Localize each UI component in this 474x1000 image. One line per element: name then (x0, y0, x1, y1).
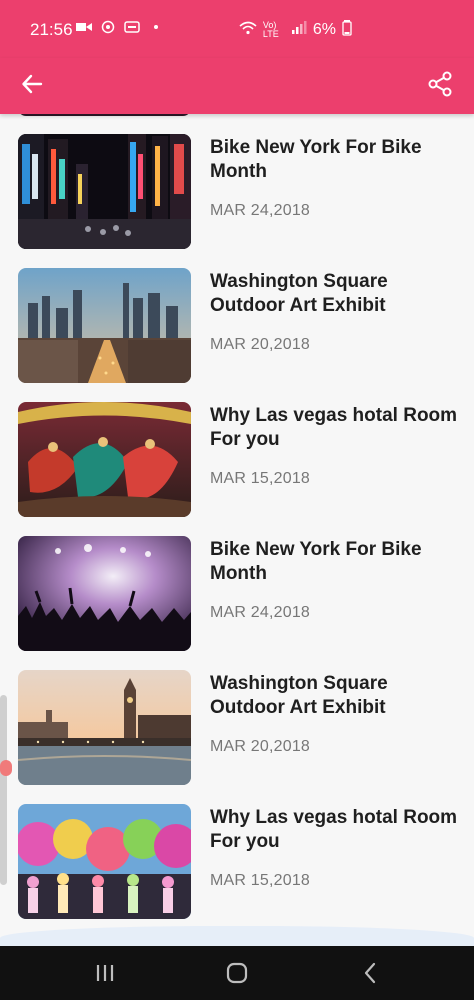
item-title: Washington Square Outdoor Art Exhibit (210, 271, 388, 316)
event-list[interactable]: Bike New York For Bike Month MAR 24,2018 (0, 114, 474, 945)
recents-icon (88, 965, 122, 992)
edge-panel-handle[interactable] (0, 695, 7, 885)
home-icon (220, 962, 254, 992)
status-system-icons: Vo) LTE 6% (239, 20, 352, 40)
item-date: MAR 20,2018 (210, 336, 311, 353)
battery-percent: 6% (312, 21, 336, 38)
list-item[interactable]: Bike New York For Bike Month MAR 24,2018 (0, 536, 474, 656)
partial-thumbnail (18, 114, 191, 116)
status-time: 21:56 (30, 20, 73, 39)
battery-icon (342, 20, 352, 40)
london-bridge-thumbnail (18, 670, 191, 785)
list-item[interactable]: Bike New York For Bike Month MAR 24,2018 (0, 134, 474, 254)
concert-crowd-image (18, 536, 191, 651)
dot-icon (148, 20, 164, 34)
item-date: MAR 15,2018 (210, 470, 311, 487)
list-item[interactable]: Washington Square Outdoor Art Exhibit MA… (0, 670, 474, 790)
status-bar: 21:56 Vo) LTE 6% (0, 0, 474, 58)
item-title: Bike New York For Bike Month (210, 539, 422, 584)
system-back-button[interactable] (354, 958, 388, 988)
share-icon (427, 71, 453, 102)
concert-crowd-thumbnail (18, 536, 191, 651)
item-title: Why Las vegas hotal Room For you (210, 807, 458, 852)
night-city-street-image (18, 134, 191, 249)
signal-icon (291, 21, 307, 39)
night-city-street-thumbnail (18, 134, 191, 249)
london-bridge-image (18, 670, 191, 785)
dancers-thumbnail (18, 402, 191, 517)
app-bar (0, 58, 474, 114)
wifi-icon (239, 21, 257, 39)
dancers-image (18, 402, 191, 517)
system-back-icon (354, 962, 388, 992)
video-record-icon (76, 20, 92, 34)
app-notification-icon (124, 20, 140, 34)
item-title: Washington Square Outdoor Art Exhibit (210, 673, 388, 718)
city-skyline-image (18, 268, 191, 383)
item-date: MAR 24,2018 (210, 604, 311, 621)
item-date: MAR 15,2018 (210, 872, 311, 889)
list-item[interactable]: Washington Square Outdoor Art Exhibit MA… (0, 268, 474, 388)
home-button[interactable] (220, 958, 254, 988)
recents-button[interactable] (88, 958, 122, 988)
item-date: MAR 20,2018 (210, 738, 311, 755)
list-item[interactable]: Why Las vegas hotal Room For you MAR 15,… (0, 402, 474, 522)
edge-panel-dot (0, 760, 12, 776)
sync-icon (100, 20, 116, 34)
item-title: Bike New York For Bike Month (210, 137, 422, 182)
arrow-left-icon (21, 73, 43, 100)
item-date: MAR 24,2018 (210, 202, 311, 219)
list-bottom-edge (0, 926, 474, 946)
holi-festival-thumbnail (18, 804, 191, 919)
system-navigation-bar (0, 946, 474, 1000)
network-label: Vo) LTE (262, 20, 279, 39)
share-button[interactable] (420, 66, 460, 106)
holi-festival-image (18, 804, 191, 919)
city-skyline-thumbnail (18, 268, 191, 383)
status-notification-icons (76, 20, 164, 34)
back-button[interactable] (12, 66, 52, 106)
item-title: Why Las vegas hotal Room For you (210, 405, 458, 450)
list-item[interactable]: Why Las vegas hotal Room For you MAR 15,… (0, 804, 474, 924)
